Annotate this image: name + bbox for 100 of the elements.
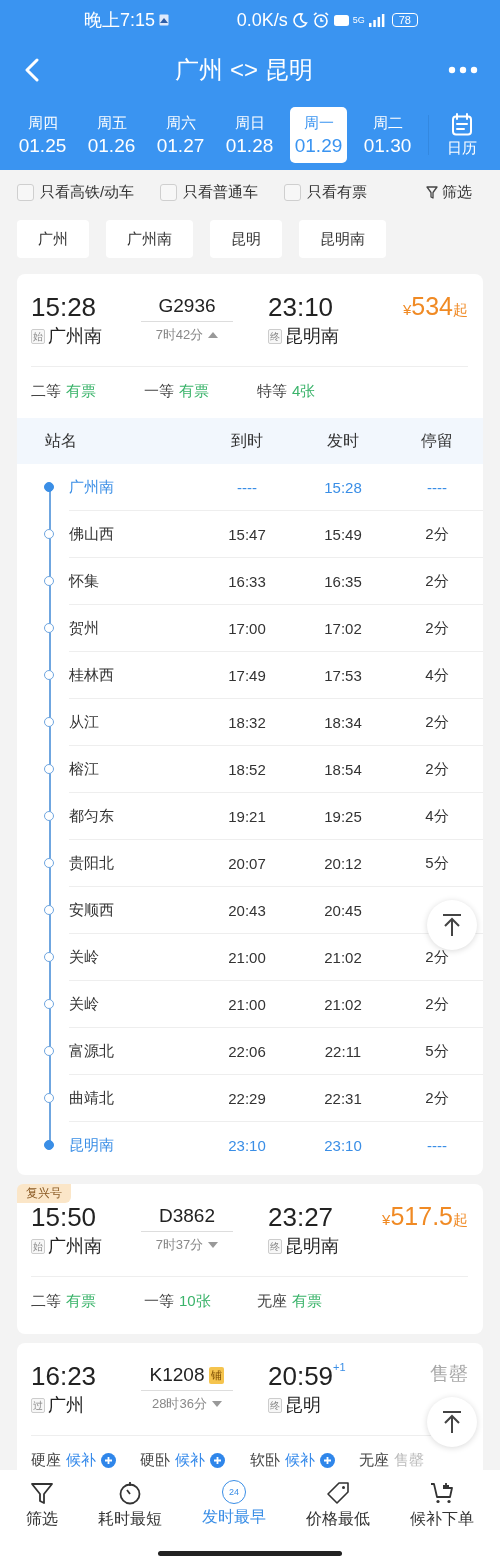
filter-checkbox[interactable]: 只看高铁/动车 [17, 183, 135, 202]
seat-class: 软卧 [249, 1451, 280, 1470]
seat-availability: 有票 [179, 382, 209, 401]
sort-tab[interactable]: 价格最低 [306, 1480, 370, 1530]
calendar-icon[interactable] [450, 112, 473, 137]
price: ¥534起 [402, 292, 468, 320]
arrival-time: 20:43 [228, 901, 266, 919]
price: ¥517.5起 [382, 1202, 468, 1230]
seat-availability[interactable]: 候补 [284, 1451, 315, 1470]
filter-button[interactable]: 筛选 [426, 183, 472, 202]
stop-dot [44, 670, 54, 680]
departure-time: 15:28 [324, 478, 362, 496]
stop-name: 贵阳北 [69, 853, 114, 873]
stop-duration: 2分 [425, 947, 449, 967]
sold-out-label: 售罄 [430, 1363, 468, 1384]
departure-time: 20:45 [324, 901, 362, 919]
more-icon[interactable] [448, 66, 478, 74]
stop-name: 榕江 [69, 759, 99, 779]
network-speed: 0.0K/s [236, 9, 288, 31]
signal-icon [368, 13, 385, 27]
next-day-mark: +1 [333, 1361, 346, 1373]
plus-circle-icon[interactable] [319, 1453, 335, 1468]
plus-circle-icon[interactable] [210, 1453, 226, 1468]
station-tag: 终 [268, 1397, 282, 1413]
plus-circle-icon[interactable] [101, 1453, 116, 1468]
stop-dot [44, 576, 54, 586]
back-icon[interactable] [24, 58, 40, 82]
stop-dot [44, 952, 54, 962]
departure-time: 21:02 [324, 948, 362, 966]
network-type: 5G [352, 15, 365, 25]
stop-name: 昆明南 [69, 1136, 114, 1155]
duration-toggle[interactable]: 7时37分 [155, 1236, 219, 1254]
departure-time: 22:31 [324, 1089, 362, 1107]
arrival-time: 20:07 [228, 854, 266, 872]
seat-availability: 10张 [179, 1292, 211, 1311]
station-chip[interactable]: 广州 [17, 220, 89, 258]
departure-time: 15:50 [31, 1202, 97, 1232]
stop-name: 桂林西 [69, 665, 114, 685]
status-time: 晚上7:15 [84, 9, 156, 32]
duration-toggle[interactable]: 7时42分 [155, 326, 219, 344]
stop-duration: 2分 [425, 712, 449, 732]
seat-availability: 有票 [66, 1292, 96, 1311]
seat-availability[interactable]: 候补 [175, 1451, 206, 1470]
station-chip[interactable]: 广州南 [106, 220, 193, 258]
arrival-station: 昆明南 [285, 325, 339, 348]
sort-tab[interactable]: 筛选 [26, 1480, 58, 1530]
train-badge: 复兴号 [17, 1184, 71, 1203]
stop-dot [44, 999, 54, 1009]
sort-tab[interactable]: 耗时最短 [98, 1480, 162, 1530]
stopwatch-icon[interactable] [117, 1480, 143, 1506]
column-header: 到时 [230, 430, 264, 451]
departure-station: 广州南 [48, 1235, 102, 1258]
arrow-up-icon[interactable] [441, 1410, 463, 1434]
train-number: K1208 [149, 1364, 205, 1386]
stop-name: 安顺西 [69, 900, 114, 920]
arrival-time: 15:47 [228, 525, 266, 543]
departure-time: 18:54 [324, 760, 362, 778]
stop-duration: 2分 [425, 994, 449, 1014]
stop-duration: 2分 [425, 618, 449, 638]
arrival-time: 19:21 [228, 807, 266, 825]
filter-checkbox[interactable]: 只看普通车 [160, 183, 259, 202]
image-icon [159, 14, 170, 26]
train-card[interactable]: 复兴号 15:50 始 广州南 D3862 7时37分 23:27 终 昆明南 ¥517.5起 二等 有票 一等 10张 无座 有票 [17, 1184, 483, 1334]
duration-toggle[interactable]: 28时36分 [152, 1395, 222, 1413]
station-chip[interactable]: 昆明南 [299, 220, 386, 258]
cart-icon[interactable] [429, 1480, 455, 1506]
filter-icon[interactable] [29, 1480, 55, 1506]
seat-availability[interactable]: 候补 [66, 1451, 96, 1470]
stop-name: 怀集 [69, 571, 99, 591]
seat-class: 一等 [144, 382, 174, 401]
arrival-time: 23:10 [268, 292, 334, 322]
station-tag: 终 [268, 1238, 282, 1254]
alarm-icon [311, 11, 330, 29]
arrow-up-icon[interactable] [441, 913, 463, 937]
arrival-time: 18:32 [228, 713, 266, 731]
stop-name: 佛山西 [69, 524, 114, 544]
seat-class: 特等 [257, 382, 287, 401]
stop-duration: 4分 [425, 665, 449, 685]
column-header: 站名 [44, 430, 78, 451]
sort-tab[interactable]: 候补下单 [410, 1480, 474, 1530]
filter-icon[interactable] [426, 186, 438, 199]
station-chip[interactable]: 昆明 [210, 220, 282, 258]
column-header: 停留 [420, 430, 454, 451]
departure-time: 22:11 [324, 1042, 362, 1060]
departure-time: 16:23 [31, 1361, 97, 1391]
price-tag-icon[interactable] [325, 1480, 351, 1506]
seat-class: 一等 [144, 1292, 174, 1311]
stop-duration: 2分 [425, 524, 449, 544]
filter-checkbox[interactable]: 只看有票 [284, 183, 368, 202]
train-number: D3862 [159, 1205, 215, 1227]
column-header: 发时 [326, 430, 360, 451]
stop-dot [44, 811, 54, 821]
arrival-time: 16:33 [228, 572, 266, 590]
stop-duration: 2分 [425, 1088, 449, 1108]
seat-class: 二等 [31, 382, 61, 401]
battery-level: 78 [391, 13, 418, 27]
stop-dot [44, 482, 54, 492]
stop-name: 贺州 [69, 618, 99, 638]
sort-tab[interactable]: 24 发时最早 [202, 1480, 266, 1528]
stop-dot [44, 717, 54, 727]
